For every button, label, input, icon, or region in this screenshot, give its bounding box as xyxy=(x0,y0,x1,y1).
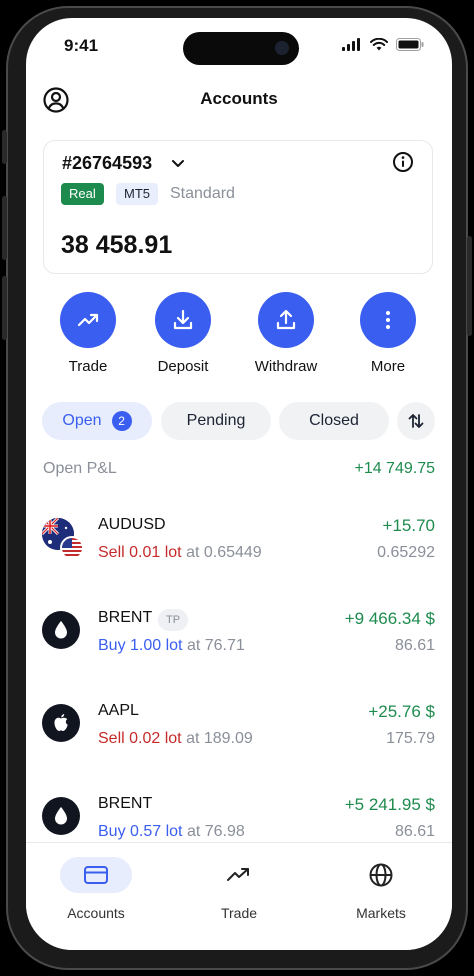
action-label: Deposit xyxy=(157,358,209,375)
position-row[interactable]: AAPL Sell 0.02 lot at 189.09 +25.76 $ 17… xyxy=(26,686,452,756)
action-circle[interactable] xyxy=(155,292,211,348)
tab-label: Markets xyxy=(356,905,406,921)
tp-badge: TP xyxy=(158,609,188,631)
account-type: Standard xyxy=(170,185,235,202)
tab-markets[interactable]: Markets xyxy=(321,857,441,921)
oil-drop-icon xyxy=(42,797,80,835)
action-label: Withdraw xyxy=(254,358,318,375)
position-profit: +9 466.34 $ xyxy=(344,609,435,628)
trending-up-icon xyxy=(77,313,99,327)
position-current-price: 86.61 xyxy=(394,823,435,840)
tab-label: Accounts xyxy=(67,905,125,921)
sort-button[interactable] xyxy=(397,402,435,440)
battery-icon xyxy=(396,38,424,51)
action-circle[interactable] xyxy=(60,292,116,348)
tab-trade[interactable]: Trade xyxy=(179,857,299,921)
position-detail: Buy 0.57 lot at 76.98 xyxy=(98,823,245,841)
position-side: Buy 0.57 lot xyxy=(98,823,183,840)
position-symbol: BRENT xyxy=(98,795,153,812)
page-title: Accounts xyxy=(200,89,278,108)
open-count-badge: 2 xyxy=(111,411,132,431)
status-time: 9:41 xyxy=(64,36,99,55)
wifi-icon xyxy=(370,38,388,51)
position-symbol: AAPL xyxy=(98,702,139,719)
position-detail: Sell 0.02 lot at 189.09 xyxy=(98,730,253,748)
status-bar: 9:41 xyxy=(26,18,452,78)
action-label: Trade xyxy=(68,358,108,375)
open-pnl-value: +14 749.75 xyxy=(354,460,435,477)
tab-label: Trade xyxy=(220,905,258,921)
platform-badge: MT5 xyxy=(116,183,158,205)
globe-icon xyxy=(369,863,393,887)
action-circle[interactable] xyxy=(258,292,314,348)
position-row[interactable]: AUDUSD Sell 0.01 lot at 0.65449 +15.70 0… xyxy=(26,500,452,570)
position-open-price: at 76.71 xyxy=(186,637,245,654)
action-label: More xyxy=(370,358,406,375)
sort-icon xyxy=(408,414,424,428)
tab-accounts[interactable]: Accounts xyxy=(36,857,156,921)
position-profit: +15.70 xyxy=(382,516,435,535)
position-current-price: 86.61 xyxy=(394,637,435,654)
real-badge: Real xyxy=(61,183,104,205)
account-balance: 38 458.91 xyxy=(61,231,173,259)
position-symbol: BRENT xyxy=(98,609,153,626)
screen: 9:41 Accounts #26764593 Real MT5 Standar… xyxy=(26,18,452,950)
tab-icon-wrap xyxy=(60,857,132,893)
deposit-action-button[interactable]: Deposit xyxy=(133,292,233,375)
position-open-price: at 76.98 xyxy=(186,823,245,840)
trade-action-button[interactable]: Trade xyxy=(38,292,138,375)
tab-open[interactable]: Open 2 xyxy=(42,402,152,440)
position-detail: Buy 1.00 lot at 76.71 xyxy=(98,637,245,655)
trending-up-icon xyxy=(227,868,249,881)
position-side: Sell 0.01 lot xyxy=(98,544,182,561)
tab-open-label: Open xyxy=(62,412,102,429)
tab-icon-wrap xyxy=(203,857,275,893)
more-action-button[interactable]: More xyxy=(338,292,438,375)
position-profit: +25.76 $ xyxy=(368,702,435,721)
position-current-price: 0.65292 xyxy=(377,544,435,561)
power-button xyxy=(467,236,472,336)
account-number[interactable]: #26764593 xyxy=(62,153,152,174)
download-icon xyxy=(173,309,193,330)
action-circle[interactable] xyxy=(360,292,416,348)
tab-icon-wrap xyxy=(345,857,417,893)
position-row[interactable]: BRENT Buy 0.57 lot at 76.98 +5 241.95 $ … xyxy=(26,779,452,849)
upload-icon xyxy=(276,309,296,330)
position-detail: Sell 0.01 lot at 0.65449 xyxy=(98,544,262,562)
apple-logo-icon xyxy=(42,704,80,742)
usa-flag-icon xyxy=(60,536,84,560)
oil-drop-icon xyxy=(42,611,80,649)
dynamic-island xyxy=(183,32,299,65)
signal-icon xyxy=(342,38,360,51)
open-pnl-row: Open P&L +14 749.75 xyxy=(43,460,435,484)
quick-actions: Trade Deposit Withdraw More xyxy=(26,292,452,382)
position-current-price: 175.79 xyxy=(386,730,435,747)
position-filters: Open 2 Pending Closed xyxy=(26,402,452,440)
position-symbol: AUDUSD xyxy=(98,516,166,533)
volume-down-button xyxy=(2,276,7,340)
tab-pending-label: Pending xyxy=(186,412,246,429)
camera-icon xyxy=(275,41,289,55)
header: Accounts xyxy=(26,80,452,120)
position-open-price: at 0.65449 xyxy=(186,544,262,561)
side-button xyxy=(2,130,7,164)
status-icons xyxy=(342,38,424,51)
volume-up-button xyxy=(2,196,7,260)
position-row[interactable]: BRENT TP Buy 1.00 lot at 76.71 +9 466.34… xyxy=(26,593,452,663)
withdraw-action-button[interactable]: Withdraw xyxy=(236,292,336,375)
wallet-icon xyxy=(84,866,108,884)
tab-closed-label: Closed xyxy=(309,412,359,429)
more-vertical-icon xyxy=(386,311,390,329)
position-side: Buy 1.00 lot xyxy=(98,637,183,654)
info-icon[interactable] xyxy=(392,151,414,173)
open-pnl-label: Open P&L xyxy=(43,460,117,477)
tab-pending[interactable]: Pending xyxy=(161,402,271,440)
position-profit: +5 241.95 $ xyxy=(344,795,435,814)
bottom-tab-bar: Accounts Trade Markets xyxy=(26,842,452,950)
chevron-down-icon[interactable] xyxy=(170,155,186,171)
position-side: Sell 0.02 lot xyxy=(98,730,182,747)
tab-closed[interactable]: Closed xyxy=(279,402,389,440)
position-open-price: at 189.09 xyxy=(186,730,253,747)
account-card[interactable]: #26764593 Real MT5 Standard 38 458.91 xyxy=(43,140,433,274)
